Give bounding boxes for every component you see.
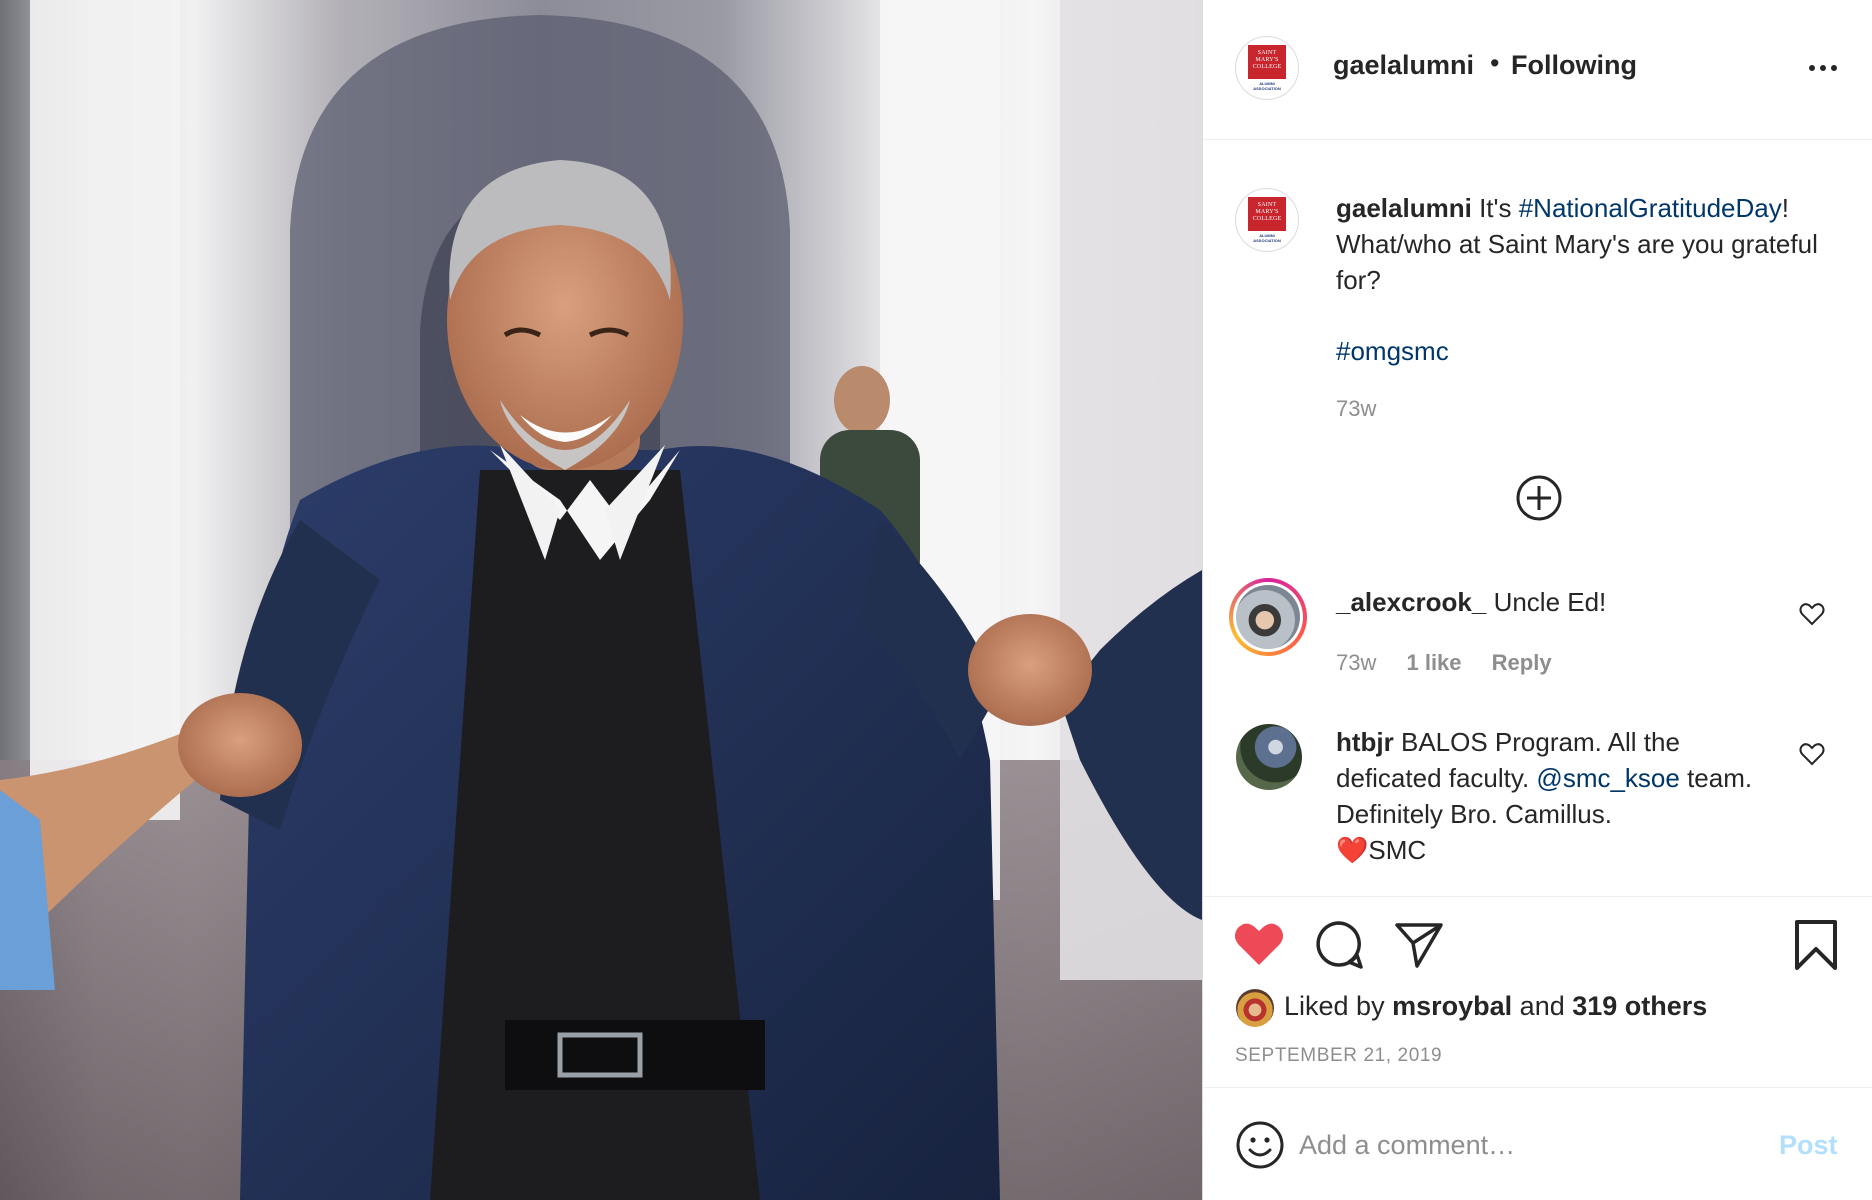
more-options-icon[interactable] xyxy=(1805,60,1841,74)
likes-prefix: Liked by xyxy=(1284,991,1385,1021)
logo-subtitle: ALUMNI ASSOCIATION xyxy=(1253,233,1280,243)
heart-icon[interactable] xyxy=(1233,921,1285,967)
share-icon[interactable] xyxy=(1393,919,1445,971)
likes-summary: Liked by msroybal and 319 others xyxy=(1284,991,1707,1022)
comment-like-heart-icon[interactable] xyxy=(1799,602,1825,626)
logo-subtitle: ALUMNI ASSOCIATION xyxy=(1253,81,1280,91)
likes-others-link[interactable]: 319 others xyxy=(1572,991,1707,1021)
add-comment-bar: Post xyxy=(1203,1087,1872,1200)
logo-line-2: MARY'S xyxy=(1255,209,1279,215)
post-date[interactable]: SEPTEMBER 21, 2019 xyxy=(1235,1045,1442,1067)
header-username[interactable]: gaelalumni xyxy=(1333,50,1474,81)
bookmark-icon[interactable] xyxy=(1793,919,1839,971)
logo-line-3: COLLEGE xyxy=(1252,64,1282,70)
comment-time[interactable]: 73w xyxy=(1336,650,1376,675)
logo-sub-2: ASSOCIATION xyxy=(1253,86,1281,91)
commenter-avatar-story[interactable] xyxy=(1229,578,1307,656)
post-header: SAINT MARY'S COLLEGE ALUMNI ASSOCIATION … xyxy=(1203,0,1872,140)
liker-username[interactable]: msroybal xyxy=(1392,991,1512,1021)
photo-illustration xyxy=(0,0,1202,1200)
comment-likes[interactable]: 1 like xyxy=(1406,650,1461,675)
following-button[interactable]: Following xyxy=(1511,50,1637,81)
comment-input[interactable] xyxy=(1299,1122,1759,1168)
comment-icon[interactable] xyxy=(1313,919,1365,971)
caption-avatar[interactable]: SAINT MARY'S COLLEGE ALUMNI ASSOCIATION xyxy=(1235,188,1299,252)
commenter-avatar[interactable] xyxy=(1236,724,1302,790)
logo-line-1: SAINT xyxy=(1257,202,1277,208)
heart-emoji: ❤️ xyxy=(1336,835,1369,865)
likes-connector: and xyxy=(1519,991,1565,1021)
plus-circle-icon[interactable] xyxy=(1515,474,1563,522)
post-photo[interactable] xyxy=(0,0,1202,1200)
comment: _alexcrook_ Uncle Ed! xyxy=(1336,584,1776,620)
logo-line-2: MARY'S xyxy=(1255,57,1279,63)
caption-username[interactable]: gaelalumni xyxy=(1336,193,1472,223)
comment-body-end: SMC xyxy=(1368,835,1427,865)
emoji-icon[interactable] xyxy=(1235,1120,1285,1170)
logo-sub-2: ASSOCIATION xyxy=(1253,238,1281,243)
post-actions: Liked by msroybal and 319 others SEPTEMB… xyxy=(1203,896,1872,1086)
mention-link[interactable]: @smc_ksoe xyxy=(1536,763,1679,793)
liker-avatar[interactable] xyxy=(1236,989,1274,1027)
comment-like-heart-icon[interactable] xyxy=(1799,742,1825,766)
caption-text-before: It's xyxy=(1479,193,1519,223)
caption-timestamp[interactable]: 73w xyxy=(1336,396,1376,422)
comment-username[interactable]: _alexcrook_ xyxy=(1336,587,1486,617)
comment-body: Uncle Ed! xyxy=(1493,587,1607,617)
hashtag-link-omgsmc[interactable]: #omgsmc xyxy=(1336,333,1449,369)
hashtag-link[interactable]: #NationalGratitudeDay xyxy=(1519,193,1782,223)
post-comment-button[interactable]: Post xyxy=(1779,1130,1838,1161)
comment-username[interactable]: htbjr xyxy=(1336,727,1394,757)
account-avatar[interactable]: SAINT MARY'S COLLEGE ALUMNI ASSOCIATION xyxy=(1235,36,1299,100)
logo-line-3: COLLEGE xyxy=(1252,216,1282,222)
logo-line-1: SAINT xyxy=(1257,50,1277,56)
post-details-panel: SAINT MARY'S COLLEGE ALUMNI ASSOCIATION … xyxy=(1202,0,1872,1200)
reply-button[interactable]: Reply xyxy=(1492,650,1552,675)
commenter-photo xyxy=(1236,585,1300,649)
college-seal-logo: SAINT MARY'S COLLEGE xyxy=(1248,197,1286,231)
comment: htbjr BALOS Program. All the deficated f… xyxy=(1336,724,1766,868)
caption-text: gaelalumni It's #NationalGratitudeDay! W… xyxy=(1336,190,1846,298)
header-separator: • xyxy=(1490,48,1500,78)
college-seal-logo: SAINT MARY'S COLLEGE xyxy=(1248,45,1286,79)
comment-meta: 73w 1 like Reply xyxy=(1336,650,1576,676)
